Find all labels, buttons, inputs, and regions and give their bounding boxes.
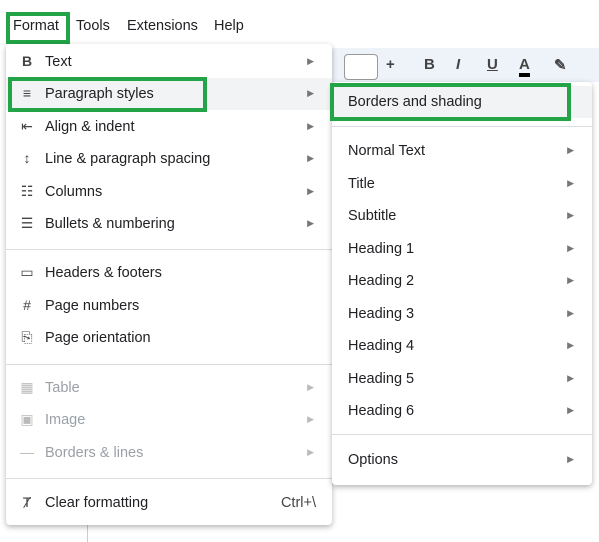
paragraph-style-item[interactable]: Subtitle ▶ xyxy=(332,200,592,232)
paragraph-style-item[interactable]: Options ▶ xyxy=(332,444,592,476)
menu-tools[interactable]: Tools xyxy=(76,18,110,34)
menu-item-label: Subtitle xyxy=(348,208,397,224)
submenu-arrow-icon: ▶ xyxy=(307,447,314,457)
paragraph-style-item[interactable]: Heading 1 ▶ xyxy=(332,233,592,265)
submenu-arrow-icon: ▶ xyxy=(567,373,574,383)
bullets-icon: ☰ xyxy=(20,215,34,231)
bold-icon: B xyxy=(21,53,33,69)
format-menu: B Text ▶ ≡ Paragraph styles ▶ ⇤ Align & indent ▶… xyxy=(6,44,332,525)
menu-divider xyxy=(6,364,332,365)
clear-formatting-icon: Ⱦ xyxy=(22,494,32,510)
shortcut-label: Ctrl+\ xyxy=(280,495,316,511)
align-icon: ⇤ xyxy=(21,118,33,134)
menu-item-label: Title xyxy=(348,176,375,192)
format-menu-item[interactable]: ☷ Columns ▶ xyxy=(6,176,332,208)
menu-item-label: Page orientation xyxy=(45,330,151,346)
line-icon: — xyxy=(20,444,34,460)
format-menu-item[interactable]: ⇤ Align & indent ▶ xyxy=(6,111,332,143)
paragraph-style-item[interactable]: Heading 5 ▶ xyxy=(332,363,592,395)
menu-item-label: Options xyxy=(348,452,398,468)
text-color-button[interactable]: A xyxy=(519,56,530,77)
line-spacing-icon: ↕ xyxy=(23,150,31,166)
format-menu-item: ▦ Table ▶ xyxy=(6,372,332,404)
menu-divider xyxy=(6,249,332,250)
format-menu-item: — Borders & lines ▶ xyxy=(6,437,332,469)
menu-item-label: Heading 3 xyxy=(348,306,415,322)
submenu-arrow-icon: ▶ xyxy=(307,88,314,98)
menu-item-label: Page numbers xyxy=(45,298,140,314)
paragraph-style-item[interactable]: Heading 6 ▶ xyxy=(332,395,592,427)
menu-item-label: Heading 4 xyxy=(348,338,415,354)
hash-icon: # xyxy=(23,297,31,313)
header-icon: ▭ xyxy=(20,264,34,280)
submenu-arrow-icon: ▶ xyxy=(307,56,314,66)
page-orientation-icon: ⎘ xyxy=(21,329,33,345)
paragraph-style-item[interactable]: Heading 2 ▶ xyxy=(332,265,592,297)
increase-font-button[interactable]: + xyxy=(386,56,395,73)
image-icon: ▣ xyxy=(20,411,34,427)
menu-extensions[interactable]: Extensions xyxy=(127,18,198,34)
submenu-arrow-icon: ▶ xyxy=(307,121,314,131)
menu-divider xyxy=(6,478,332,479)
menu-item-label: Columns xyxy=(45,184,103,200)
format-menu-item[interactable]: B Text ▶ xyxy=(6,46,332,78)
menu-item-label: Heading 6 xyxy=(348,403,415,419)
paragraph-style-item[interactable]: Title ▶ xyxy=(332,168,592,200)
menu-item-label: Image xyxy=(45,412,86,428)
format-highlight-box xyxy=(6,12,70,44)
menu-item-label: Align & indent xyxy=(45,119,135,135)
columns-icon: ☷ xyxy=(20,183,34,199)
format-menu-item[interactable]: ↕ Line & paragraph spacing ▶ xyxy=(6,143,332,175)
underline-button[interactable]: U xyxy=(487,56,498,73)
paragraph-style-item[interactable]: Normal Text ▶ xyxy=(332,135,592,167)
menu-item-label: Clear formatting xyxy=(45,495,149,511)
table-icon: ▦ xyxy=(20,379,34,395)
menu-item-label: Headers & footers xyxy=(45,265,162,281)
submenu-arrow-icon: ▶ xyxy=(567,340,574,350)
menu-item-label: Heading 2 xyxy=(348,273,415,289)
submenu-arrow-icon: ▶ xyxy=(567,454,574,464)
format-menu-item[interactable]: ▭ Headers & footers xyxy=(6,257,332,289)
submenu-arrow-icon: ▶ xyxy=(567,243,574,253)
submenu-arrow-icon: ▶ xyxy=(307,153,314,163)
paragraph-styles-highlight-box xyxy=(8,77,207,112)
menu-item-label: Normal Text xyxy=(348,143,426,159)
toolbar: + B I U A ✎ xyxy=(300,48,599,82)
menu-item-label: Table xyxy=(45,380,80,396)
submenu-arrow-icon: ▶ xyxy=(307,218,314,228)
highlight-pen-icon[interactable]: ✎ xyxy=(554,56,567,74)
submenu-arrow-icon: ▶ xyxy=(307,414,314,424)
borders-shading-highlight-box xyxy=(330,83,571,121)
menu-item-label: Text xyxy=(45,54,72,70)
format-menu-item[interactable]: # Page numbers xyxy=(6,290,332,322)
menu-divider xyxy=(332,434,592,435)
font-size-input[interactable] xyxy=(344,54,378,80)
paragraph-style-item[interactable]: Heading 4 ▶ xyxy=(332,330,592,362)
format-menu-item[interactable]: ⎘ Page orientation xyxy=(6,322,332,354)
bold-button[interactable]: B xyxy=(424,56,435,73)
format-menu-item[interactable]: Ⱦ Clear formatting Ctrl+\ xyxy=(6,487,332,519)
italic-button[interactable]: I xyxy=(456,56,460,73)
menu-divider xyxy=(332,126,592,127)
submenu-arrow-icon: ▶ xyxy=(567,210,574,220)
submenu-arrow-icon: ▶ xyxy=(567,275,574,285)
submenu-arrow-icon: ▶ xyxy=(567,308,574,318)
format-menu-item[interactable]: ☰ Bullets & numbering ▶ xyxy=(6,208,332,240)
paragraph-style-item[interactable]: Heading 3 ▶ xyxy=(332,298,592,330)
menu-item-label: Borders & lines xyxy=(45,445,144,461)
submenu-arrow-icon: ▶ xyxy=(567,145,574,155)
submenu-arrow-icon: ▶ xyxy=(567,178,574,188)
menu-item-label: Heading 5 xyxy=(348,371,415,387)
menu-item-label: Heading 1 xyxy=(348,241,415,257)
submenu-arrow-icon: ▶ xyxy=(307,186,314,196)
menu-item-label: Bullets & numbering xyxy=(45,216,175,232)
menu-help[interactable]: Help xyxy=(214,18,244,34)
submenu-arrow-icon: ▶ xyxy=(307,382,314,392)
menu-bar: Format Tools Extensions Help xyxy=(0,12,599,42)
submenu-arrow-icon: ▶ xyxy=(567,405,574,415)
paragraph-styles-submenu: Borders and shading Normal Text ▶ Title ▶ Sub… xyxy=(332,82,592,485)
menu-item-label: Line & paragraph spacing xyxy=(45,151,211,167)
format-menu-item: ▣ Image ▶ xyxy=(6,404,332,436)
